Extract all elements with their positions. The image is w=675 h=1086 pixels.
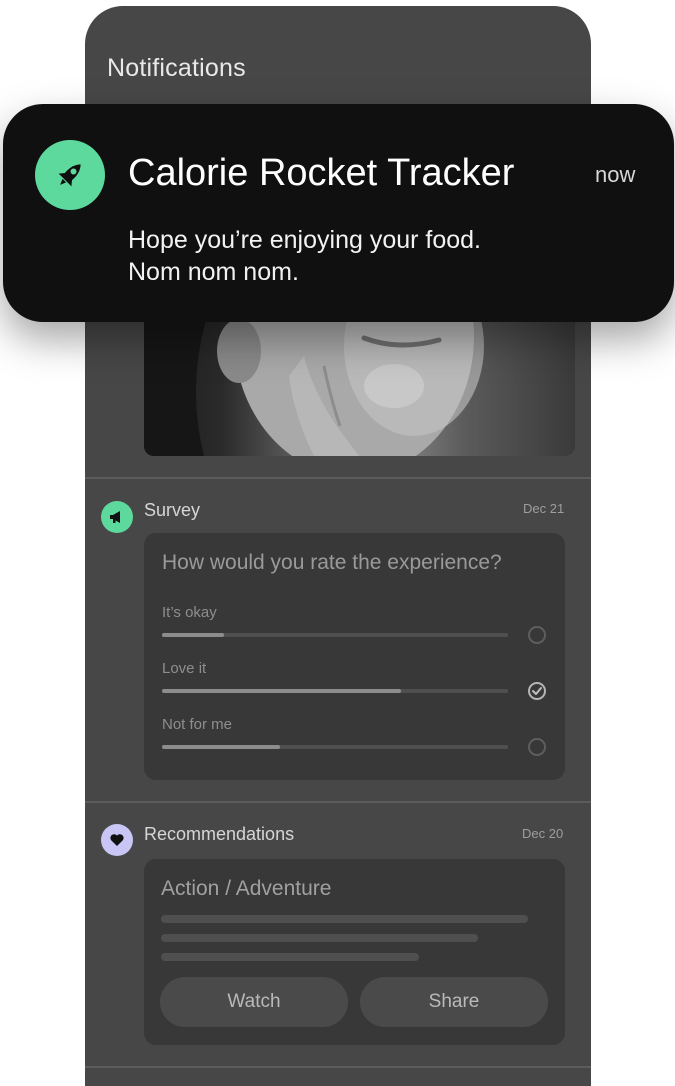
option-bar-fill <box>162 689 401 693</box>
recommendation-genre: Action / Adventure <box>161 877 332 900</box>
option-radio[interactable] <box>528 738 546 756</box>
push-notification-banner[interactable]: Calorie Rocket Tracker now Hope you’re e… <box>3 104 674 322</box>
checkmark-icon <box>532 687 542 695</box>
app-name: Calorie Rocket Tracker <box>128 152 515 194</box>
share-button[interactable]: Share <box>360 977 548 1027</box>
option-label: Not for me <box>162 716 233 733</box>
option-bar-fill <box>162 633 225 637</box>
message-line: Hope you’re enjoying your food. <box>128 226 482 254</box>
option-bar <box>162 745 508 749</box>
survey-question: How would you rate the experience? <box>162 551 502 574</box>
option-label: It’s okay <box>162 604 217 621</box>
option-radio[interactable] <box>528 626 546 644</box>
recommendation-card: Action / Adventure Watch Share <box>144 859 565 1045</box>
text-placeholder <box>161 934 478 942</box>
watch-button[interactable]: Watch <box>160 977 348 1027</box>
option-bar-fill <box>162 745 280 749</box>
megaphone-icon <box>101 501 133 533</box>
option-bar <box>162 689 508 693</box>
survey-date: Dec 21 <box>523 501 565 516</box>
notification-time: now <box>595 162 636 187</box>
section-divider <box>85 477 591 479</box>
section-divider <box>85 1066 591 1068</box>
recommendations-title: Recommendations <box>144 824 295 844</box>
option-bar <box>162 633 508 637</box>
text-placeholder <box>161 953 419 961</box>
section-divider <box>85 801 591 803</box>
rocket-icon <box>35 140 105 210</box>
option-radio-checked[interactable] <box>528 682 546 700</box>
recommendations-date: Dec 20 <box>522 826 564 841</box>
survey-title: Survey <box>144 500 201 520</box>
survey-card: How would you rate the experience? It’s … <box>144 533 565 780</box>
text-placeholder <box>161 915 528 923</box>
message-line: Nom nom nom. <box>128 258 299 286</box>
page-title: Notifications <box>107 54 246 82</box>
heart-icon <box>101 824 133 856</box>
notification-message: Hope you’re enjoying your food. Nom nom … <box>128 224 608 288</box>
option-label: Love it <box>162 660 207 677</box>
